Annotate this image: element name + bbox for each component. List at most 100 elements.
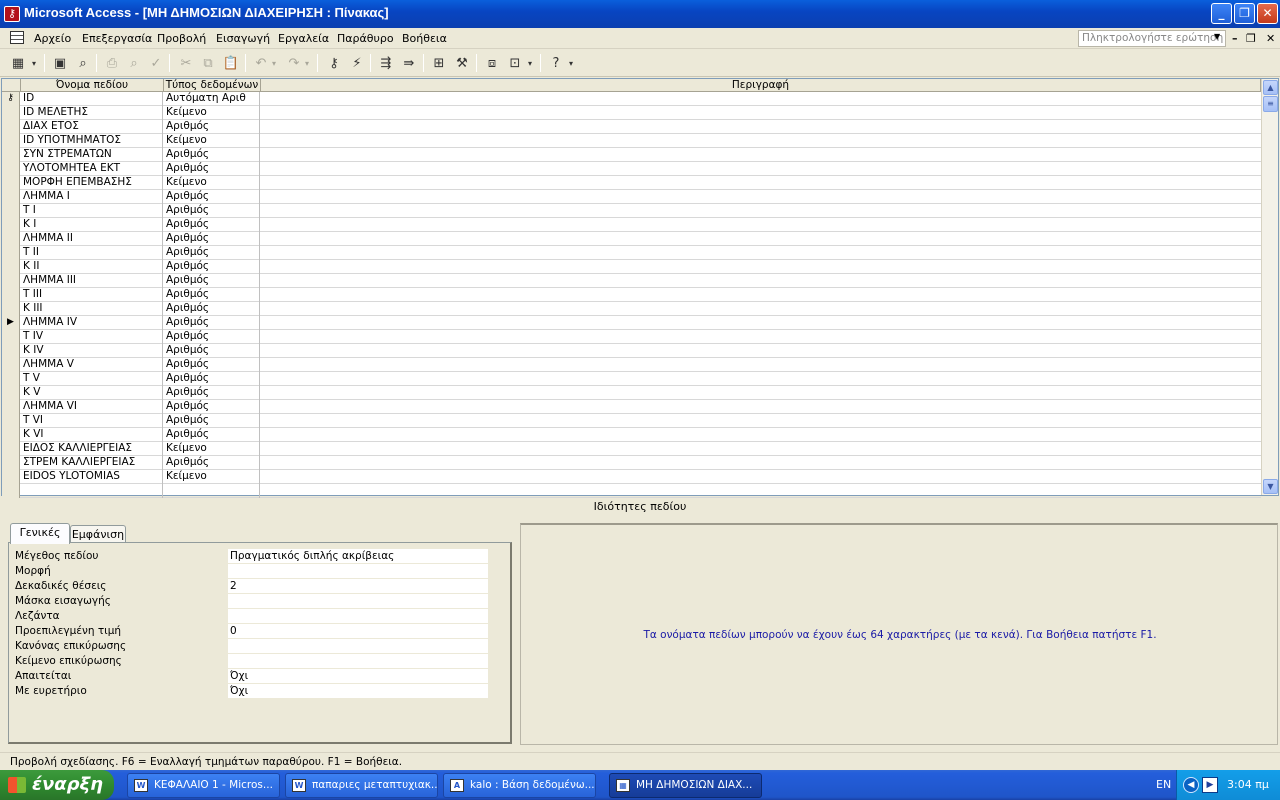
property-value[interactable] — [228, 594, 488, 608]
data-type-cell[interactable]: Αριθμός — [164, 260, 260, 274]
description-cell[interactable] — [261, 274, 1261, 288]
table-row[interactable]: ΛΗΜΜΑ V Αριθμός — [2, 358, 1261, 372]
data-type-cell[interactable]: Αριθμός — [164, 204, 260, 218]
row-selector[interactable] — [2, 358, 20, 372]
new-object-dropdown-icon[interactable]: ▾ — [525, 54, 535, 72]
table-row[interactable]: ΕΙΔΟΣ ΚΑΛΛΙΕΡΓΕΙΑΣ Κείμενο — [2, 442, 1261, 456]
table-row[interactable]: Κ Ι Αριθμός — [2, 218, 1261, 232]
table-row[interactable]: Τ Ι Αριθμός — [2, 204, 1261, 218]
new-object-icon[interactable]: ⊡ — [505, 54, 525, 72]
description-cell[interactable] — [261, 288, 1261, 302]
description-cell[interactable] — [261, 400, 1261, 414]
table-row[interactable]: Τ ΙΙ Αριθμός — [2, 246, 1261, 260]
database-window-icon[interactable]: ⧈ — [482, 54, 502, 72]
row-selector[interactable] — [2, 442, 20, 456]
view-dropdown-icon[interactable]: ▾ — [28, 54, 40, 72]
table-row[interactable]: ΜΟΡΦΗ ΕΠΕΜΒΑΣΗΣ Κείμενο — [2, 176, 1261, 190]
row-selector[interactable] — [2, 344, 20, 358]
row-selector[interactable] — [2, 372, 20, 386]
taskbar-item[interactable]: W ΚΕΦΑΛΑΙΟ 1 - Micros... — [127, 773, 280, 798]
row-selector[interactable] — [2, 218, 20, 232]
copy-icon[interactable]: ⧉ — [198, 54, 218, 72]
table-row[interactable]: Τ ΙΙΙ Αριθμός — [2, 288, 1261, 302]
description-cell[interactable] — [261, 148, 1261, 162]
row-selector[interactable] — [2, 148, 20, 162]
primary-key-icon[interactable]: ⚷ — [324, 54, 344, 72]
doc-close-button[interactable]: ✕ — [1266, 32, 1275, 45]
table-row[interactable]: ID ΜΕΛΕΤΗΣ Κείμενο — [2, 106, 1261, 120]
row-selector[interactable] — [2, 456, 20, 470]
insert-rows-icon[interactable]: ⇶ — [376, 54, 396, 72]
data-type-cell[interactable]: Αριθμός — [164, 302, 260, 316]
row-selector[interactable] — [2, 400, 20, 414]
table-row[interactable]: EIDOS YLOTOMIAS Κείμενο — [2, 470, 1261, 484]
field-name-cell[interactable]: Τ ΙΙΙ — [21, 288, 163, 302]
table-row[interactable]: ΛΗΜΜΑ ΙΙ Αριθμός — [2, 232, 1261, 246]
field-name-cell[interactable]: ΛΗΜΜΑ VI — [21, 400, 163, 414]
data-type-cell[interactable] — [164, 484, 260, 498]
delete-rows-icon[interactable]: ⇛ — [399, 54, 419, 72]
data-type-cell[interactable]: Αριθμός — [164, 316, 260, 330]
table-row[interactable]: Τ V Αριθμός — [2, 372, 1261, 386]
table-row[interactable]: Τ VI Αριθμός — [2, 414, 1261, 428]
menu-view[interactable]: Προβολή — [157, 32, 206, 45]
data-type-cell[interactable]: Αριθμός — [164, 414, 260, 428]
property-value[interactable]: Όχι — [228, 684, 488, 698]
field-name-cell[interactable]: ΜΟΡΦΗ ΕΠΕΜΒΑΣΗΣ — [21, 176, 163, 190]
description-cell[interactable] — [261, 470, 1261, 484]
access-key-icon[interactable]: ⚷ — [4, 6, 20, 22]
help-icon[interactable]: ? — [546, 54, 566, 72]
restore-button[interactable]: ❐ — [1234, 3, 1255, 24]
property-value[interactable] — [228, 609, 488, 623]
row-selector[interactable] — [2, 106, 20, 120]
property-value[interactable]: 2 — [228, 579, 488, 593]
data-type-cell[interactable]: Κείμενο — [164, 442, 260, 456]
table-row[interactable]: Κ ΙΙΙ Αριθμός — [2, 302, 1261, 316]
menu-file[interactable]: Αρχείο — [34, 32, 71, 45]
description-cell[interactable] — [261, 190, 1261, 204]
field-name-cell[interactable]: ID — [21, 92, 163, 106]
field-name-cell[interactable]: ΛΗΜΜΑ Ι — [21, 190, 163, 204]
data-type-cell[interactable]: Αριθμός — [164, 120, 260, 134]
data-type-cell[interactable]: Αριθμός — [164, 232, 260, 246]
row-selector[interactable] — [2, 190, 20, 204]
property-value[interactable] — [228, 564, 488, 578]
row-selector[interactable] — [2, 176, 20, 190]
table-row[interactable]: ▶ ΛΗΜΜΑ IV Αριθμός — [2, 316, 1261, 330]
description-cell[interactable] — [261, 232, 1261, 246]
field-name-cell[interactable]: ID ΜΕΛΕΤΗΣ — [21, 106, 163, 120]
description-cell[interactable] — [261, 134, 1261, 148]
description-cell[interactable] — [261, 414, 1261, 428]
data-type-cell[interactable]: Αριθμός — [164, 428, 260, 442]
row-selector[interactable] — [2, 330, 20, 344]
description-cell[interactable] — [261, 302, 1261, 316]
data-type-cell[interactable]: Αριθμός — [164, 358, 260, 372]
cut-icon[interactable]: ✂ — [176, 54, 196, 72]
table-row[interactable]: ΥΛΟΤΟΜΗΤΕΑ ΕΚΤ Αριθμός — [2, 162, 1261, 176]
description-cell[interactable] — [261, 316, 1261, 330]
redo-dropdown-icon[interactable]: ▾ — [302, 54, 312, 72]
menu-help[interactable]: Βοήθεια — [402, 32, 447, 45]
field-name-cell[interactable]: ΥΛΟΤΟΜΗΤΕΑ ΕΚΤ — [21, 162, 163, 176]
description-cell[interactable] — [261, 92, 1261, 106]
field-name-cell[interactable]: Κ IV — [21, 344, 163, 358]
menu-insert[interactable]: Εισαγωγή — [216, 32, 270, 45]
table-row[interactable]: Κ IV Αριθμός — [2, 344, 1261, 358]
current-row-arrow-icon[interactable]: ▶ — [2, 316, 20, 330]
table-row[interactable]: ΛΗΜΜΑ Ι Αριθμός — [2, 190, 1261, 204]
field-name-cell[interactable]: Τ VI — [21, 414, 163, 428]
field-name-cell[interactable]: ΛΗΜΜΑ IV — [21, 316, 163, 330]
table-row[interactable]: Κ V Αριθμός — [2, 386, 1261, 400]
undo-dropdown-icon[interactable]: ▾ — [269, 54, 279, 72]
data-type-cell[interactable]: Αριθμός — [164, 246, 260, 260]
description-cell[interactable] — [261, 442, 1261, 456]
data-type-cell[interactable]: Αριθμός — [164, 386, 260, 400]
field-name-cell[interactable]: ID ΥΠΟΤΜΗΜΑΤΟΣ — [21, 134, 163, 148]
property-value[interactable]: 0 — [228, 624, 488, 638]
property-value[interactable]: Όχι — [228, 669, 488, 683]
description-cell[interactable] — [261, 204, 1261, 218]
data-type-cell[interactable]: Αριθμός — [164, 190, 260, 204]
data-type-cell[interactable]: Αυτόματη Αριθ — [164, 92, 260, 106]
description-cell[interactable] — [261, 456, 1261, 470]
field-name-cell[interactable]: ΛΗΜΜΑ V — [21, 358, 163, 372]
